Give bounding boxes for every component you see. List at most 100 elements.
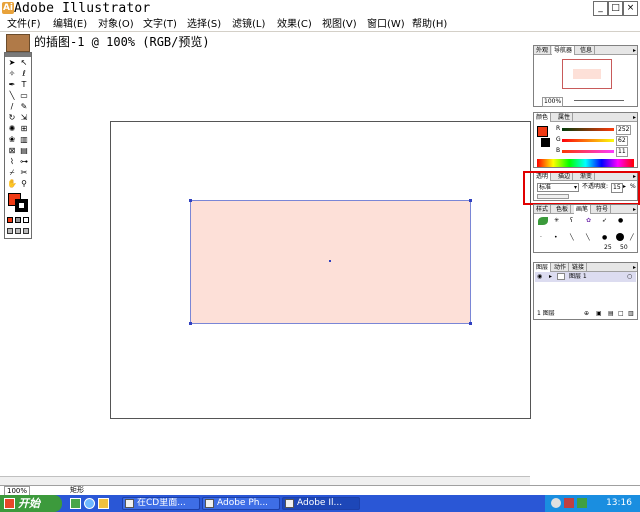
lasso-tool-icon[interactable]: ℓ — [19, 69, 29, 78]
color-spectrum-bar[interactable] — [537, 159, 634, 167]
menu-filter[interactable]: 滤镜(L) — [232, 18, 265, 32]
sparkle-brush-icon[interactable]: ✳ — [554, 217, 559, 225]
channel-g-value[interactable]: 62 — [616, 136, 628, 146]
large-dot-brush-icon[interactable] — [616, 233, 624, 241]
layer-row[interactable]: ◉ ▸ 图层 1 ○ — [535, 272, 636, 282]
quicklaunch-folder-icon[interactable] — [98, 498, 109, 509]
dot-brush-icon[interactable]: • — [554, 234, 558, 242]
menu-effect[interactable]: 效果(C) — [277, 18, 312, 32]
new-sublayer-icon[interactable]: ▤ — [608, 310, 614, 318]
navigator-view-box[interactable] — [562, 59, 612, 89]
taskbar-button-explorer[interactable]: 在CD里面... — [122, 497, 200, 510]
taskbar-button-illustrator[interactable]: Adobe Il... — [282, 497, 360, 510]
selection-tool-icon[interactable]: ➤ — [7, 58, 17, 67]
panel-menu-icon[interactable]: ▸ — [633, 46, 636, 55]
navigator-zoom-slider[interactable] — [574, 100, 624, 101]
normal-screen-mode-button[interactable] — [7, 228, 13, 234]
hook-brush-icon[interactable]: ʕ — [570, 217, 573, 225]
tab-styles[interactable]: 样式 — [534, 205, 552, 214]
anchor-point[interactable] — [469, 199, 472, 202]
rectangle-tool-icon[interactable]: ▭ — [19, 91, 29, 100]
horizontal-scrollbar[interactable] — [0, 476, 530, 485]
expand-triangle-icon[interactable]: ▸ — [549, 273, 552, 281]
panel-menu-icon[interactable]: ▸ — [633, 263, 636, 272]
color-stroke-swatch[interactable] — [541, 138, 550, 147]
clipping-mask-icon[interactable]: ▣ — [596, 310, 602, 318]
channel-b-slider[interactable] — [562, 150, 614, 153]
color-mode-button[interactable] — [7, 217, 13, 223]
channel-r-slider[interactable] — [562, 128, 614, 131]
stroke-brush-icon[interactable]: ╲ — [586, 234, 590, 242]
tab-links[interactable]: 链接 — [570, 263, 588, 272]
graph-tool-icon[interactable]: ▥ — [19, 135, 29, 144]
tray-icon[interactable] — [577, 498, 587, 508]
warp-tool-icon[interactable]: ✺ — [7, 124, 17, 133]
rotate-tool-icon[interactable]: ↻ — [7, 113, 17, 122]
new-layer-icon[interactable]: □ — [618, 310, 624, 318]
tray-icon[interactable] — [551, 498, 561, 508]
panel-menu-icon[interactable]: ▸ — [633, 205, 636, 214]
scissors-tool-icon[interactable]: ✂ — [19, 168, 29, 177]
gradient-tool-icon[interactable]: ▤ — [19, 146, 29, 155]
small-dot-brush-icon[interactable]: ● — [602, 234, 607, 242]
zoom-tool-icon[interactable]: ⚲ — [19, 179, 29, 188]
tab-actions[interactable]: 动作 — [552, 263, 570, 272]
trash-icon[interactable]: ▥ — [628, 310, 634, 318]
pencil-tool-icon[interactable]: ✎ — [19, 102, 29, 111]
stroke-color-swatch[interactable] — [15, 199, 28, 212]
menu-file[interactable]: 文件(F) — [7, 18, 41, 32]
tab-color[interactable]: 颜色 — [534, 113, 552, 122]
tab-info[interactable]: 信息 — [578, 46, 596, 55]
none-mode-button[interactable] — [23, 217, 29, 223]
menu-window[interactable]: 窗口(W) — [367, 18, 405, 32]
tab-appearance[interactable]: 外观 — [534, 46, 552, 55]
calligraphic-brush-icon[interactable]: · — [540, 234, 542, 242]
eyedropper-tool-icon[interactable]: ⌇ — [7, 157, 17, 166]
free-transform-tool-icon[interactable]: ⊞ — [19, 124, 29, 133]
magic-wand-tool-icon[interactable]: ✧ — [7, 69, 17, 78]
gradient-mode-button[interactable] — [15, 217, 21, 223]
tab-swatches[interactable]: 色板 — [554, 205, 572, 214]
menu-object[interactable]: 对象(O) — [98, 18, 134, 32]
slice-tool-icon[interactable]: ⌿ — [7, 168, 17, 177]
anchor-point[interactable] — [189, 199, 192, 202]
full-screen-mode-button[interactable] — [23, 228, 29, 234]
tab-brushes[interactable]: 画笔 — [574, 205, 592, 214]
navigator-zoom-field[interactable]: 100% — [542, 97, 564, 107]
color-fill-swatch[interactable] — [537, 126, 548, 137]
direct-selection-tool-icon[interactable]: ↖ — [19, 58, 29, 67]
hand-tool-icon[interactable]: ✋ — [7, 179, 17, 188]
taskbar-button-photoshop[interactable]: Adobe Ph... — [202, 497, 280, 510]
selected-rectangle[interactable] — [190, 200, 471, 324]
quicklaunch-ie-icon[interactable] — [84, 498, 95, 509]
paintbrush-tool-icon[interactable]: / — [7, 102, 17, 111]
channel-g-slider[interactable] — [562, 139, 614, 142]
menu-view[interactable]: 视图(V) — [322, 18, 357, 32]
channel-r-value[interactable]: 252 — [616, 125, 632, 135]
flower-brush-icon[interactable]: ✿ — [586, 217, 591, 225]
stroke-brush-icon[interactable]: ╱ — [630, 234, 634, 242]
full-screen-menu-mode-button[interactable] — [15, 228, 21, 234]
blot-brush-icon[interactable]: ● — [618, 217, 623, 225]
menu-edit[interactable]: 编辑(E) — [53, 18, 87, 32]
leaf-brush-icon[interactable] — [538, 217, 548, 225]
tab-attributes[interactable]: 属性 — [556, 113, 574, 122]
menu-type[interactable]: 文字(T) — [143, 18, 177, 32]
menu-select[interactable]: 选择(S) — [187, 18, 221, 32]
symbol-sprayer-tool-icon[interactable]: ❀ — [7, 135, 17, 144]
pen-tool-icon[interactable]: ✒ — [7, 80, 17, 89]
arrow-brush-icon[interactable]: ➶ — [602, 217, 607, 225]
panel-menu-icon[interactable]: ▸ — [633, 113, 636, 122]
type-tool-icon[interactable]: T — [19, 80, 29, 89]
line-tool-icon[interactable]: ╲ — [7, 91, 17, 100]
stroke-brush-icon[interactable]: ╲ — [570, 234, 574, 242]
start-button[interactable]: 开始 — [0, 495, 62, 512]
layer-name[interactable]: 图层 1 — [569, 273, 587, 281]
channel-b-value[interactable]: 11 — [616, 147, 628, 157]
close-button[interactable]: × — [623, 1, 638, 16]
tab-navigator[interactable]: 导航器 — [552, 46, 576, 55]
tray-icon[interactable] — [564, 498, 574, 508]
menu-help[interactable]: 帮助(H) — [412, 18, 447, 32]
anchor-point[interactable] — [189, 322, 192, 325]
mesh-tool-icon[interactable]: ⊠ — [7, 146, 17, 155]
